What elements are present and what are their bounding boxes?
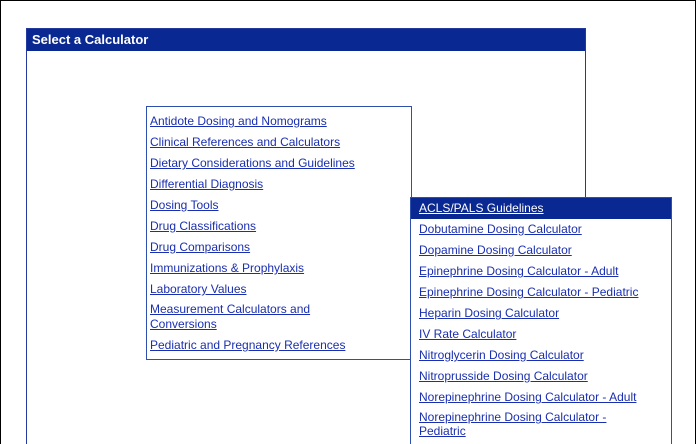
submenu-item-dobutamine[interactable]: Dobutamine Dosing Calculator [419,219,668,240]
menu-item-laboratory-values[interactable]: Laboratory Values [150,279,408,300]
submenu-item-epinephrine-adult[interactable]: Epinephrine Dosing Calculator - Adult [419,261,668,282]
menu-item-dosing-tools[interactable]: Dosing Tools [150,195,408,216]
submenu-item-nitroprusside[interactable]: Nitroprusside Dosing Calculator [419,366,668,387]
menu-item-drug-comparisons[interactable]: Drug Comparisons [150,237,408,258]
submenu-item-nitroglycerin[interactable]: Nitroglycerin Dosing Calculator [419,345,668,366]
submenu-item-acls-pals[interactable]: ACLS/PALS Guidelines [411,198,671,219]
submenu-item-norepinephrine-pediatric[interactable]: Norepinephrine Dosing Calculator - Pedia… [419,408,629,441]
submenu-item-norepinephrine-adult[interactable]: Norepinephrine Dosing Calculator - Adult [419,387,668,408]
menu-item-clinical-references[interactable]: Clinical References and Calculators [150,132,408,153]
panel-title: Select a Calculator [27,29,585,51]
menu-item-measurement-calculators[interactable]: Measurement Calculators and Conversions [150,300,350,335]
menu-item-dietary-considerations[interactable]: Dietary Considerations and Guidelines [150,153,408,174]
submenu-item-dopamine[interactable]: Dopamine Dosing Calculator [419,240,668,261]
submenu-item-epinephrine-pediatric[interactable]: Epinephrine Dosing Calculator - Pediatri… [419,282,668,303]
menu-item-immunizations[interactable]: Immunizations & Prophylaxis [150,258,408,279]
menu-item-pediatric-pregnancy[interactable]: Pediatric and Pregnancy References [150,335,408,356]
submenu-item-heparin[interactable]: Heparin Dosing Calculator [419,303,668,324]
category-menu: Antidote Dosing and Nomograms Clinical R… [146,106,412,360]
dosing-tools-submenu: ACLS/PALS Guidelines Dobutamine Dosing C… [410,197,672,444]
menu-item-drug-classifications[interactable]: Drug Classifications [150,216,408,237]
menu-item-antidote-dosing[interactable]: Antidote Dosing and Nomograms [150,111,408,132]
menu-item-differential-diagnosis[interactable]: Differential Diagnosis [150,174,408,195]
submenu-item-iv-rate[interactable]: IV Rate Calculator [419,324,668,345]
